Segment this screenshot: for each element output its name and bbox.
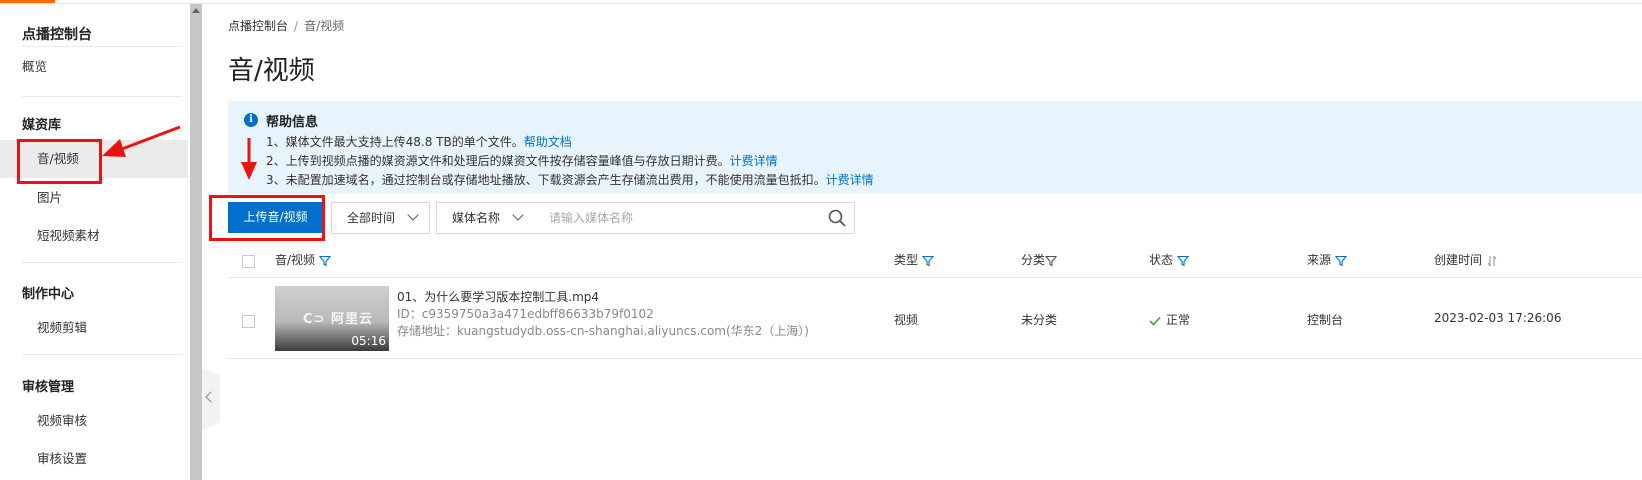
sidebar-scrollbar[interactable] [190, 4, 202, 480]
media-id: ID：c9359750a3a471edbff86633b79f0102 [397, 307, 654, 321]
sidebar-item-label: 视频剪辑 [37, 320, 88, 335]
video-duration: 05:16 [351, 334, 386, 348]
help-docs-link[interactable]: 帮助文档 [524, 135, 572, 149]
col-header-status: 状态 [1149, 251, 1190, 268]
status-label: 正常 [1166, 313, 1191, 327]
col-header-source: 来源 [1307, 251, 1348, 268]
filter-icon[interactable] [319, 255, 332, 267]
sidebar-divider [22, 96, 182, 97]
annotation-arrow-left [102, 125, 181, 157]
col-header-type: 类型 [894, 251, 935, 268]
filter-icon[interactable] [1045, 255, 1058, 267]
top-divider [0, 3, 1642, 4]
col-header-label: 创建时间 [1434, 253, 1483, 267]
col-header-created: 创建时间 [1434, 251, 1498, 268]
sidebar-item-short-video-material[interactable]: 短视频素材 [0, 217, 188, 255]
sidebar-item-label: 图片 [37, 190, 63, 205]
help-text: 1、媒体文件最大支持上传48.8 TB的单个文件。 [266, 135, 524, 149]
select-all-checkbox[interactable] [242, 255, 255, 268]
help-line-3: 3、未配置加速域名，通过控制台或存储地址播放、下载资源会产生存储流出费用，不能使… [266, 171, 874, 188]
time-filter-value: 全部时间 [347, 211, 396, 225]
sidebar: 点播控制台 概览 媒资库 音/视频 图片 短视频素材 制作中心 视频剪辑 审核管… [0, 4, 191, 480]
sidebar-divider [22, 262, 182, 263]
sidebar-item-video-review[interactable]: 视频审核 [0, 402, 188, 440]
media-status: 正常 [1149, 311, 1190, 328]
row-checkbox[interactable] [242, 315, 255, 328]
sort-icon[interactable] [1486, 255, 1498, 267]
media-type: 视频 [894, 313, 919, 327]
media-name[interactable]: 01、为什么要学习版本控制工具.mp4 [397, 288, 599, 305]
sidebar-divider [22, 46, 182, 47]
sidebar-divider [22, 354, 182, 355]
col-header-label: 类型 [894, 253, 919, 267]
page-title: 音/视频 [228, 56, 315, 86]
chevron-down-icon [512, 209, 524, 221]
filter-icon[interactable] [1177, 255, 1190, 267]
media-storage-address: 存储地址：kuangstudydb.oss-cn-shanghai.aliyun… [397, 324, 809, 338]
col-header-media: 音/视频 [275, 251, 332, 268]
sidebar-item-label: 视频审核 [37, 413, 88, 428]
help-text: 3、未配置加速域名，通过控制台或存储地址播放、下载资源会产生存储流出费用，不能使… [266, 173, 826, 187]
annotation-box-sidebar [17, 139, 102, 184]
breadcrumb: 点播控制台 / 音/视频 [228, 17, 344, 34]
search-field-select[interactable]: 媒体名称 [436, 202, 535, 234]
info-icon: i [244, 113, 258, 127]
media-created-time: 2023-02-03 17:26:06 [1434, 311, 1562, 325]
col-header-label: 分类 [1021, 253, 1046, 267]
filter-icon[interactable] [1335, 255, 1348, 267]
sidebar-title: 点播控制台 [22, 27, 92, 43]
help-text: 2、上传到视频点播的媒资源文件和处理后的媒资文件按存储容量峰值与存放日期计费。 [266, 154, 730, 168]
sidebar-item-overview[interactable]: 概览 [0, 48, 188, 86]
sidebar-item-image[interactable]: 图片 [0, 179, 188, 217]
sidebar-item-review-settings[interactable]: 审核设置 [0, 440, 188, 478]
thumbnail-logo: C⊃ 阿里云 [303, 312, 373, 327]
annotation-arrow-down [241, 138, 257, 180]
breadcrumb-current: 音/视频 [304, 19, 345, 33]
time-filter-select[interactable]: 全部时间 [331, 202, 430, 234]
help-line-1: 1、媒体文件最大支持上传48.8 TB的单个文件。帮助文档 [266, 133, 572, 150]
media-category: 未分类 [1021, 313, 1058, 327]
billing-details-link[interactable]: 计费详情 [730, 154, 778, 168]
search-icon[interactable] [828, 209, 846, 227]
search-input[interactable]: 请输入媒体名称 [534, 202, 855, 234]
sidebar-group-production-center: 制作中心 [22, 287, 75, 302]
breadcrumb-root[interactable]: 点播控制台 [228, 19, 288, 33]
sidebar-item-label: 概览 [22, 59, 48, 74]
billing-details-link[interactable]: 计费详情 [826, 173, 874, 187]
breadcrumb-separator: / [294, 19, 299, 33]
scroll-up-icon[interactable] [192, 8, 200, 13]
col-header-label: 来源 [1307, 253, 1332, 267]
sidebar-item-label: 短视频素材 [37, 228, 100, 243]
search-field-value: 媒体名称 [452, 211, 501, 225]
sidebar-item-video-editing[interactable]: 视频剪辑 [0, 309, 188, 347]
annotation-box-upload [209, 195, 325, 241]
table-header-divider [228, 277, 1642, 278]
sidebar-group-review-management: 审核管理 [22, 380, 75, 395]
help-panel: i 帮助信息 1、媒体文件最大支持上传48.8 TB的单个文件。帮助文档 2、上… [228, 101, 1642, 194]
help-line-2: 2、上传到视频点播的媒资源文件和处理后的媒资文件按存储容量峰值与存放日期计费。计… [266, 152, 778, 169]
filter-icon[interactable] [922, 255, 935, 267]
col-header-label: 状态 [1149, 253, 1174, 267]
chevron-down-icon [407, 209, 419, 221]
sidebar-collapse-handle[interactable] [202, 368, 220, 430]
check-icon [1149, 316, 1161, 326]
col-header-category: 分类 [1021, 251, 1058, 268]
chevron-left-icon [205, 391, 217, 403]
video-thumbnail[interactable]: C⊃ 阿里云 05:16 [275, 286, 389, 351]
sidebar-group-media-library: 媒资库 [22, 118, 62, 133]
table-row-divider [228, 358, 1642, 359]
help-title: 帮助信息 [266, 115, 319, 130]
search-placeholder: 请输入媒体名称 [549, 211, 634, 225]
col-header-label: 音/视频 [275, 253, 316, 267]
sidebar-item-label: 审核设置 [37, 451, 88, 466]
media-source: 控制台 [1307, 313, 1344, 327]
